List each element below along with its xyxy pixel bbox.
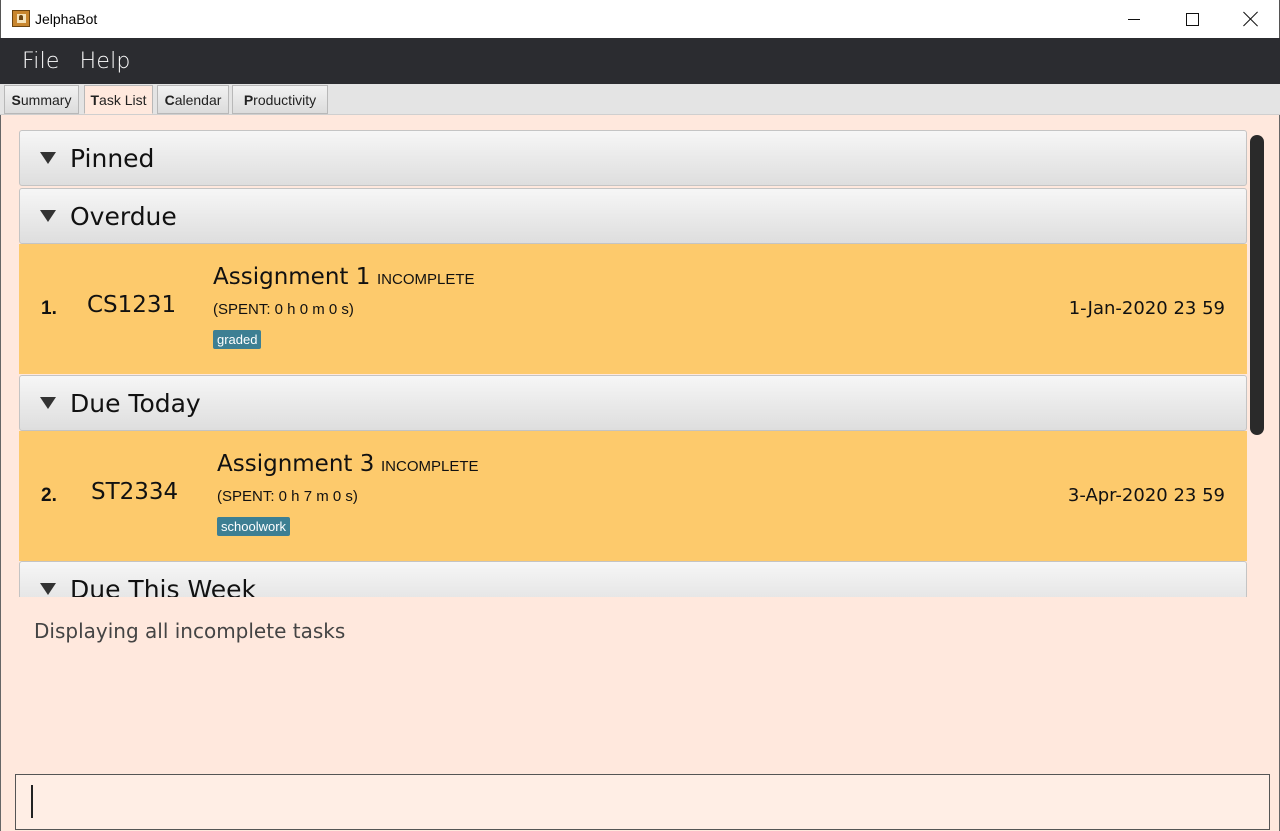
task-time-spent: (SPENT: 0 h 7 m 0 s) [217,488,358,505]
task-name: Assignment 3 [217,451,375,477]
task-name: Assignment 1 [213,264,371,290]
close-button[interactable] [1222,0,1280,38]
task-card[interactable]: 1. CS1231 Assignment 1 INCOMPLETE (SPENT… [19,244,1247,374]
task-module: CS1231 [87,292,177,318]
window-title: JelphaBot [35,11,98,27]
collapse-arrow-icon [40,210,56,222]
task-time-spent: (SPENT: 0 h 0 m 0 s) [213,301,354,318]
minimize-icon [1128,18,1140,20]
section-overdue[interactable]: Overdue [19,188,1247,244]
collapse-arrow-icon [40,583,56,595]
content-area: Pinned Overdue 1. CS1231 Assignment 1 IN… [0,115,1280,831]
tab-hotkey: C [164,91,175,108]
task-status: INCOMPLETE [381,458,479,475]
task-tag: schoolwork [217,517,291,536]
section-pinned[interactable]: Pinned [19,130,1247,186]
section-title: Due Today [70,388,201,418]
maximize-icon [1185,12,1199,26]
task-index: 2. [41,485,57,506]
menu-bar: File Help [0,38,1280,84]
task-card[interactable]: 2. ST2334 Assignment 3 INCOMPLETE (SPENT… [19,431,1247,561]
command-input[interactable] [15,774,1270,830]
task-index: 1. [41,298,57,319]
task-tag: graded [213,330,262,349]
tab-productivity[interactable]: Productivity [232,85,328,114]
close-icon [1243,11,1259,27]
tab-label: ummary [20,91,72,108]
tab-strip: Summary Task List Calendar Productivity [0,84,1280,115]
section-due-today[interactable]: Due Today [19,375,1247,431]
section-title: Pinned [70,143,155,173]
title-bar: JelphaBot [0,0,1280,38]
section-title: Due This Week [70,574,256,598]
tab-summary[interactable]: Summary [4,85,79,114]
tab-label: roductivity [253,91,317,108]
tab-task-list[interactable]: Task List [84,85,153,114]
task-list[interactable]: Pinned Overdue 1. CS1231 Assignment 1 IN… [17,127,1268,597]
maximize-button[interactable] [1163,0,1221,38]
tab-label: alendar [174,91,222,108]
tab-label: ask List [99,91,147,108]
task-deadline: 3-Apr-2020 23 59 [1067,485,1225,506]
collapse-arrow-icon [40,397,56,409]
result-display: Displaying all incomplete tasks [34,619,346,643]
task-status: INCOMPLETE [377,271,475,288]
menu-help[interactable]: Help [70,49,141,74]
section-title: Overdue [70,201,177,231]
tab-calendar[interactable]: Calendar [157,85,229,114]
tab-hotkey: P [243,91,254,108]
tab-hotkey: T [90,91,100,108]
section-due-this-week[interactable]: Due This Week [19,561,1247,597]
text-caret [31,785,33,818]
collapse-arrow-icon [40,152,56,164]
scrollbar-thumb[interactable] [1250,135,1264,435]
minimize-button[interactable] [1105,0,1163,38]
task-module: ST2334 [91,479,179,505]
app-icon [12,10,30,27]
task-deadline: 1-Jan-2020 23 59 [1068,298,1225,319]
tab-hotkey: S [11,91,21,108]
menu-file[interactable]: File [12,49,70,74]
